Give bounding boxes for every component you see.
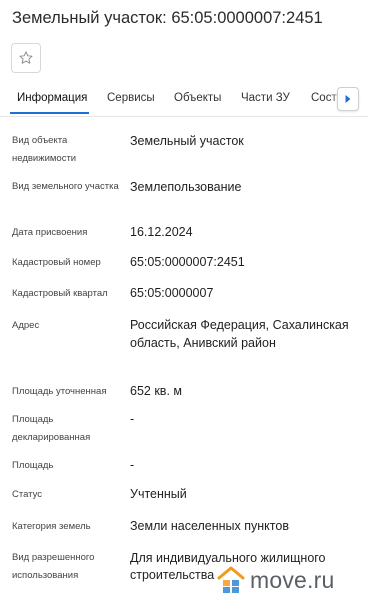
field-value: - <box>130 412 135 426</box>
active-tab-indicator <box>10 112 89 114</box>
field-value: Землепользование <box>130 180 242 194</box>
tab-objects[interactable]: Объекты <box>174 92 221 104</box>
field-value: Учтенный <box>130 487 187 501</box>
field-label: Дата присвоения <box>12 227 88 238</box>
field-label: Площадь <box>12 460 54 471</box>
move-ru-watermark: move.ru <box>216 560 366 600</box>
tab-services[interactable]: Сервисы <box>107 92 155 104</box>
field-label: Категория земель <box>12 521 91 532</box>
tab-land-parts[interactable]: Части ЗУ <box>241 92 290 104</box>
field-value: 65:05:0000007 <box>130 286 214 300</box>
field-value: 652 кв. м <box>130 384 182 398</box>
field-label: Вид объекта недвижимости <box>12 135 77 164</box>
field-label: Площадь уточненная <box>12 386 107 397</box>
field-label: Вид земельного участка <box>12 181 119 192</box>
tabs-scroll-right-button[interactable] <box>337 87 359 111</box>
field-value: - <box>130 458 135 472</box>
field-value: 65:05:0000007:2451 <box>130 255 245 269</box>
field-label: Вид разрешенного использования <box>12 552 95 581</box>
favorite-button[interactable] <box>11 43 41 73</box>
field-label: Кадастровый номер <box>12 257 101 268</box>
field-value: Российская Федерация, Сахалинская област… <box>130 318 349 350</box>
field-label: Статус <box>12 489 43 500</box>
field-value: 16.12.2024 <box>130 225 193 239</box>
watermark-text: move.ru <box>250 566 335 593</box>
star-outline-icon <box>19 51 33 64</box>
house-logo-icon <box>217 566 245 593</box>
page-title: Земельный участок: 65:05:0000007:2451 <box>12 9 323 27</box>
tab-information[interactable]: Информация <box>17 92 87 104</box>
field-label: Площадь декларированная <box>12 414 91 443</box>
field-value: Земли населенных пунктов <box>130 519 289 533</box>
field-label: Адрес <box>12 320 40 331</box>
triangle-right-icon <box>345 95 351 103</box>
tab-bar: Информация Сервисы Объекты Части ЗУ Сост… <box>0 84 368 117</box>
field-label: Кадастровый квартал <box>12 288 108 299</box>
field-value: Земельный участок <box>130 134 244 148</box>
